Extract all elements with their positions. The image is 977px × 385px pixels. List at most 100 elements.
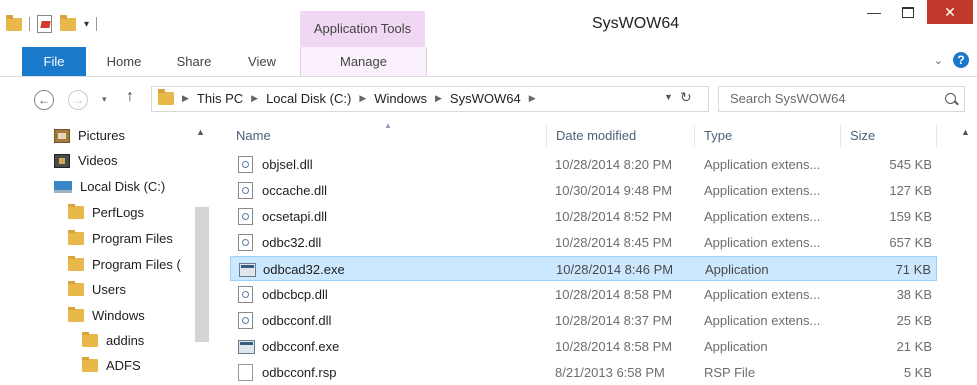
expand-ribbon-icon[interactable]: ⌄ (934, 54, 943, 67)
nav-item-program-files[interactable]: Program Files (68, 226, 173, 251)
nav-item-label: Pictures (78, 128, 125, 143)
file-name: odbcconf.dll (262, 313, 332, 328)
dll-file-icon (238, 182, 253, 199)
nav-item-windows[interactable]: Windows (68, 303, 145, 328)
new-folder-icon[interactable] (60, 14, 76, 31)
file-name: occache.dll (262, 183, 328, 198)
pictures-icon (54, 128, 70, 143)
chevron-right-icon[interactable]: ▶ (435, 93, 442, 104)
column-divider[interactable] (840, 125, 841, 147)
recent-locations-icon[interactable]: ▾ (102, 94, 107, 105)
scrollbar-thumb[interactable] (195, 207, 209, 342)
file-row-selected[interactable]: odbcad32.exe 10/28/2014 8:46 PM Applicat… (230, 256, 937, 281)
help-icon[interactable]: ? (953, 52, 969, 68)
file-type: Application (704, 339, 768, 354)
chevron-right-icon[interactable]: ▶ (182, 93, 189, 104)
column-date-modified[interactable]: Date modified (556, 128, 636, 143)
column-divider[interactable] (694, 125, 695, 147)
refresh-icon[interactable]: ↻ (680, 89, 692, 106)
dll-file-icon (238, 286, 253, 303)
breadcrumb-this-pc[interactable]: This PC (197, 91, 243, 106)
file-row[interactable]: objsel.dll 10/28/2014 8:20 PM Applicatio… (230, 152, 937, 177)
folder-icon (68, 230, 84, 245)
application-icon (239, 263, 256, 277)
close-button[interactable]: ✕ (927, 0, 973, 24)
up-arrow-icon[interactable]: ↑ (126, 88, 134, 106)
chevron-right-icon[interactable]: ▶ (251, 93, 258, 104)
tab-file[interactable]: File (22, 47, 86, 76)
column-divider[interactable] (936, 125, 937, 147)
folder-icon (68, 307, 84, 322)
folder-icon (158, 89, 174, 105)
search-input[interactable]: Search SysWOW64 (718, 86, 965, 112)
scroll-up-icon[interactable]: ▲ (196, 127, 205, 137)
folder-icon[interactable] (6, 14, 22, 31)
nav-item-local-disk[interactable]: Local Disk (C:) (54, 174, 165, 199)
properties-icon[interactable] (37, 15, 52, 33)
file-row[interactable]: odbcconf.exe 10/28/2014 8:58 PM Applicat… (230, 334, 937, 359)
rsp-file-icon (238, 364, 253, 381)
column-divider[interactable] (546, 125, 547, 147)
file-date: 10/28/2014 8:46 PM (556, 262, 674, 277)
search-icon[interactable] (945, 93, 956, 104)
maximize-button[interactable] (893, 0, 923, 24)
ribbon-tabs: File Home Share View Manage ⌄ ? (0, 47, 977, 77)
navigation-pane: Pictures Videos Local Disk (C:) PerfLogs… (0, 121, 212, 378)
address-history-dropdown-icon[interactable]: ▼ (664, 92, 673, 102)
nav-item-pictures[interactable]: Pictures (54, 123, 125, 148)
file-row[interactable]: odbcbcp.dll 10/28/2014 8:58 PM Applicati… (230, 282, 937, 307)
tab-view[interactable]: View (234, 47, 290, 76)
minimize-button[interactable]: — (859, 0, 889, 24)
file-size: 127 KB (889, 183, 932, 198)
file-row[interactable]: odbc32.dll 10/28/2014 8:45 PM Applicatio… (230, 230, 937, 255)
nav-item-users[interactable]: Users (68, 277, 126, 302)
file-row[interactable]: occache.dll 10/30/2014 9:48 PM Applicati… (230, 178, 937, 203)
nav-item-label: Users (92, 282, 126, 297)
nav-item-label: Local Disk (C:) (80, 179, 166, 194)
file-list-scrollbar[interactable]: ▲ (955, 121, 977, 378)
file-name: odbcad32.exe (263, 262, 345, 277)
folder-icon (82, 332, 98, 347)
file-type: Application (705, 262, 769, 277)
file-size: 159 KB (889, 209, 932, 224)
back-button[interactable]: ← (34, 90, 54, 110)
column-name[interactable]: Name (236, 128, 271, 143)
nav-item-adfs[interactable]: ADFS (82, 353, 141, 378)
divider (96, 17, 98, 31)
file-type: Application extens... (704, 183, 821, 198)
nav-item-videos[interactable]: Videos (54, 148, 118, 173)
maximize-icon (902, 6, 914, 18)
tab-home[interactable]: Home (96, 47, 152, 76)
customize-dropdown-icon[interactable]: ▾ (84, 19, 89, 30)
column-size[interactable]: Size (850, 128, 875, 143)
nav-item-program-files-x86[interactable]: Program Files ( (68, 252, 181, 277)
nav-item-addins[interactable]: addins (82, 328, 144, 353)
address-bar[interactable]: ▶ This PC ▶ Local Disk (C:) ▶ Windows ▶ … (151, 86, 709, 112)
nav-item-label: Windows (92, 308, 145, 323)
file-date: 10/28/2014 8:52 PM (555, 209, 673, 224)
breadcrumb-windows[interactable]: Windows (374, 91, 427, 106)
file-name: odbcbcp.dll (262, 287, 328, 302)
breadcrumb-local-disk[interactable]: Local Disk (C:) (266, 91, 351, 106)
tab-manage[interactable]: Manage (300, 47, 427, 76)
application-icon (238, 340, 255, 354)
navigation-pane-scrollbar[interactable]: ▲ (192, 121, 211, 378)
title-bar: ▾ Application Tools SysWOW64 — ✕ (0, 0, 977, 47)
breadcrumb-syswow64[interactable]: SysWOW64 (450, 91, 521, 106)
forward-button[interactable]: → (68, 90, 88, 110)
chevron-right-icon[interactable]: ▶ (529, 93, 536, 104)
chevron-right-icon[interactable]: ▶ (359, 93, 366, 104)
file-type: Application extens... (704, 287, 821, 302)
file-date: 10/28/2014 8:58 PM (555, 287, 673, 302)
column-type[interactable]: Type (704, 128, 732, 143)
file-date: 10/28/2014 8:37 PM (555, 313, 673, 328)
dll-file-icon (238, 312, 253, 329)
file-row[interactable]: odbcconf.dll 10/28/2014 8:37 PM Applicat… (230, 308, 937, 333)
folder-icon (68, 256, 84, 271)
videos-icon (54, 153, 70, 168)
tab-share[interactable]: Share (166, 47, 222, 76)
scroll-up-icon[interactable]: ▲ (961, 127, 970, 137)
file-row[interactable]: odbcconf.rsp 8/21/2013 6:58 PM RSP File … (230, 360, 937, 385)
file-row[interactable]: ocsetapi.dll 10/28/2014 8:52 PM Applicat… (230, 204, 937, 229)
nav-item-perflogs[interactable]: PerfLogs (68, 200, 144, 225)
